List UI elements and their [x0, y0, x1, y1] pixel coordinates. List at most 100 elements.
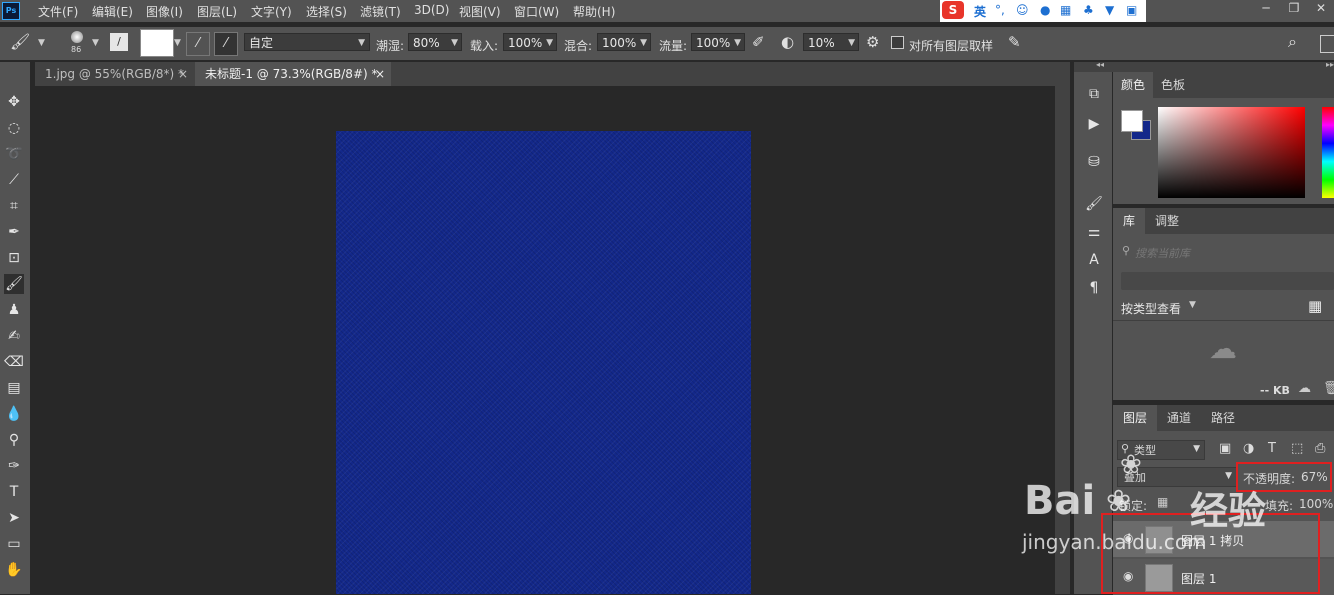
search-icon[interactable]: ⌕: [1288, 32, 1297, 52]
current-brush-load-swatch[interactable]: [140, 29, 174, 57]
dodge-tool-icon[interactable]: ⚲: [4, 430, 24, 450]
gradient-tool-icon[interactable]: ▤: [4, 378, 24, 398]
flow-input[interactable]: 100% ▼: [691, 33, 745, 51]
menu-select[interactable]: 选择(S): [306, 3, 347, 20]
tab-libraries[interactable]: 库: [1113, 208, 1145, 234]
tab-layers[interactable]: 图层: [1113, 405, 1157, 431]
blend-preset-select[interactable]: 自定 ▼: [244, 33, 370, 51]
tab-color[interactable]: 颜色: [1113, 72, 1153, 98]
blend-mode-select[interactable]: 叠加 ▼: [1117, 467, 1237, 487]
menu-help[interactable]: 帮助(H): [573, 3, 615, 20]
smart-object-filter-icon[interactable]: ⎙: [1315, 441, 1325, 456]
wet-input[interactable]: 80% ▼: [408, 33, 462, 51]
history-brush-tool-icon[interactable]: ✍: [4, 326, 24, 346]
3d-panel-icon[interactable]: ⛁: [1084, 152, 1104, 172]
minimize-button[interactable]: ─: [1253, 0, 1279, 18]
clone-stamp-tool-icon[interactable]: ♟: [4, 300, 24, 320]
tab-paths[interactable]: 路径: [1201, 405, 1245, 431]
microphone-icon[interactable]: ●: [1040, 3, 1050, 17]
frame-tool-icon[interactable]: ⊡: [4, 248, 24, 268]
paragraph-panel-icon[interactable]: ¶: [1084, 278, 1104, 298]
view-by-type-label[interactable]: 按类型查看: [1121, 300, 1181, 317]
gear-icon[interactable]: ⚙: [866, 33, 879, 51]
rectangle-tool-icon[interactable]: ▭: [4, 534, 24, 554]
lock-pixels-icon[interactable]: ▦: [1157, 495, 1168, 509]
trash-icon[interactable]: 🗑: [1323, 381, 1334, 396]
mixer-brush-tool-icon[interactable]: 🖌: [10, 32, 30, 51]
fill-input[interactable]: 100%: [1299, 497, 1333, 511]
layer-filter-select[interactable]: ⚲ 类型 ▼: [1117, 440, 1205, 460]
ime-mode[interactable]: 英: [974, 3, 986, 20]
eraser-tool-icon[interactable]: ⌫: [4, 352, 24, 372]
shirt-icon[interactable]: ▼: [1105, 3, 1114, 17]
grid-view-icon[interactable]: ▦: [1308, 297, 1322, 315]
menu-view[interactable]: 视图(V): [459, 3, 501, 20]
hand-tool-icon[interactable]: ✋: [4, 560, 24, 580]
lasso-tool-icon[interactable]: ➰: [4, 144, 24, 164]
cloud-sync-icon[interactable]: ☁: [1298, 381, 1311, 396]
pixel-layer-filter-icon[interactable]: ▣: [1219, 441, 1231, 456]
menu-file[interactable]: 文件(F): [38, 3, 78, 20]
menu-type[interactable]: 文字(Y): [251, 3, 292, 20]
tab-1-jpg[interactable]: 1.jpg @ 55%(RGB/8*) * ×: [35, 62, 194, 86]
keyboard-icon[interactable]: ▦: [1060, 3, 1071, 17]
tab-adjustments[interactable]: 调整: [1145, 208, 1189, 234]
shape-layer-filter-icon[interactable]: ⬚: [1291, 441, 1303, 456]
adjust-sliders-icon[interactable]: ⚌: [1084, 222, 1104, 242]
close-icon[interactable]: ×: [178, 62, 188, 86]
eyedropper-tool-icon[interactable]: ✒: [4, 222, 24, 242]
color-field[interactable]: [1158, 107, 1305, 198]
tab-swatches[interactable]: 色板: [1153, 72, 1193, 98]
expand-icon[interactable]: ▸▸: [1326, 60, 1334, 69]
smoothing-input[interactable]: 10% ▼: [803, 33, 859, 51]
airbrush-icon[interactable]: ✐: [752, 33, 765, 51]
brush-preset-picker[interactable]: 86: [66, 29, 88, 54]
crop-tool-icon[interactable]: ⌗: [4, 196, 24, 216]
brush-panel-icon[interactable]: 🖌: [1084, 194, 1104, 214]
emoji-icon[interactable]: ☺: [1016, 3, 1029, 17]
close-icon[interactable]: ×: [375, 62, 385, 86]
smoothing-icon[interactable]: ◐: [781, 33, 794, 51]
grid-menu-icon[interactable]: ▣: [1126, 3, 1137, 17]
skin-icon[interactable]: ♣: [1083, 3, 1094, 17]
chevron-down-icon[interactable]: ▼: [38, 38, 45, 48]
menu-edit[interactable]: 编辑(E): [92, 3, 133, 20]
character-panel-icon[interactable]: A: [1084, 250, 1104, 270]
mix-input[interactable]: 100% ▼: [597, 33, 651, 51]
chevron-down-icon[interactable]: ▼: [174, 38, 181, 48]
menu-image[interactable]: 图像(I): [146, 3, 183, 20]
workspace-icon[interactable]: [1320, 35, 1334, 53]
close-window-button[interactable]: ✕: [1308, 0, 1334, 18]
ime-toolbar[interactable]: S 英 °, ☺ ● ▦ ♣ ▼ ▣: [940, 0, 1146, 22]
menu-3d[interactable]: 3D(D): [414, 3, 449, 17]
history-panel-icon[interactable]: ⧉: [1084, 84, 1104, 104]
brush-tool-icon[interactable]: 🖌: [4, 274, 24, 294]
type-layer-filter-icon[interactable]: T: [1268, 441, 1276, 456]
tab-untitled-1[interactable]: 未标题-1 @ 73.3%(RGB/8#) * ×: [195, 62, 391, 86]
load-input[interactable]: 100% ▼: [503, 33, 557, 51]
collapse-icon[interactable]: ◂◂: [1096, 60, 1104, 69]
load-brush-icon[interactable]: ⁄: [186, 32, 210, 56]
type-tool-icon[interactable]: T: [4, 482, 24, 502]
pressure-icon[interactable]: ✎: [1008, 33, 1021, 51]
clean-brush-icon[interactable]: ⁄: [214, 32, 238, 56]
path-select-tool-icon[interactable]: ➤: [4, 508, 24, 528]
brush-settings-icon[interactable]: /: [110, 33, 128, 51]
chevron-down-icon[interactable]: ▼: [92, 38, 99, 48]
menu-layer[interactable]: 图层(L): [197, 3, 237, 20]
adjustment-layer-filter-icon[interactable]: ◑: [1243, 441, 1254, 456]
sample-all-layers-checkbox[interactable]: [891, 36, 904, 49]
marquee-tool-icon[interactable]: ◌: [4, 118, 24, 138]
library-select[interactable]: [1121, 272, 1334, 290]
foreground-color-swatch[interactable]: [1121, 110, 1143, 132]
vertical-scrollbar[interactable]: [1055, 86, 1070, 594]
blur-tool-icon[interactable]: 💧: [4, 404, 24, 424]
quick-select-tool-icon[interactable]: ⟋: [4, 170, 24, 190]
tab-channels[interactable]: 通道: [1157, 405, 1201, 431]
actions-play-icon[interactable]: ▶: [1084, 114, 1104, 134]
hue-slider[interactable]: [1322, 107, 1334, 198]
chevron-down-icon[interactable]: ▼: [1189, 300, 1196, 310]
restore-button[interactable]: ❐: [1281, 0, 1307, 18]
pen-tool-icon[interactable]: ✑: [4, 456, 24, 476]
library-search-input[interactable]: 搜索当前库: [1135, 245, 1190, 261]
